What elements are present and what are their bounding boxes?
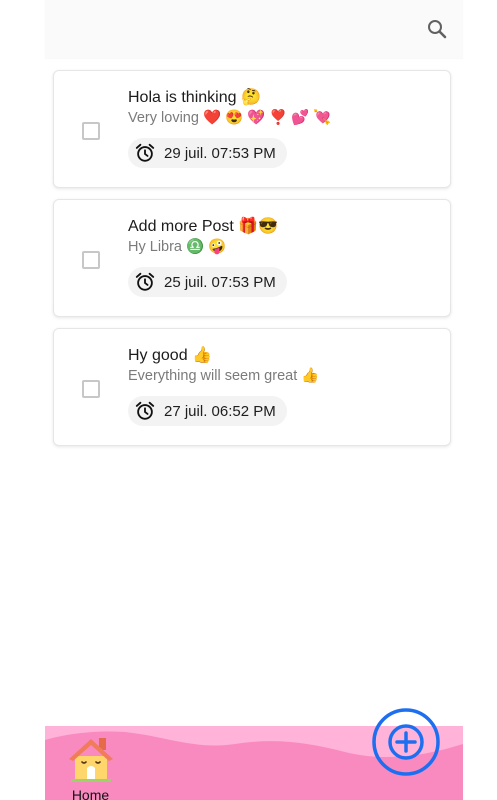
reminder-chip[interactable]: 27 juil. 06:52 PM bbox=[128, 396, 287, 426]
reminder-chip[interactable]: 25 juil. 07:53 PM bbox=[128, 267, 287, 297]
task-card[interactable]: Hy good 👍 Everything will seem great 👍 2… bbox=[53, 328, 451, 446]
task-title: Hy good 👍 bbox=[128, 347, 212, 364]
plus-circle-icon bbox=[388, 724, 424, 760]
task-checkbox[interactable] bbox=[82, 251, 100, 269]
task-description: Very loving ❤️ 😍 💖 ❣️ 💕 💘 bbox=[128, 110, 332, 126]
alarm-clock-icon bbox=[135, 272, 155, 291]
alarm-clock-icon bbox=[135, 143, 155, 162]
house-icon bbox=[69, 738, 113, 782]
app-screen: Hola is thinking 🤔 Very loving ❤️ 😍 💖 ❣️… bbox=[45, 0, 463, 800]
add-task-button[interactable] bbox=[371, 707, 441, 777]
task-card[interactable]: Hola is thinking 🤔 Very loving ❤️ 😍 💖 ❣️… bbox=[53, 70, 451, 188]
task-description: Hy Libra ♎ 🤪 bbox=[128, 239, 227, 255]
alarm-clock-icon bbox=[135, 401, 155, 420]
task-checkbox[interactable] bbox=[82, 122, 100, 140]
task-card[interactable]: Add more Post 🎁😎 Hy Libra ♎ 🤪 25 juil. 0… bbox=[53, 199, 451, 317]
task-checkbox[interactable] bbox=[82, 380, 100, 398]
task-list: Hola is thinking 🤔 Very loving ❤️ 😍 💖 ❣️… bbox=[53, 70, 451, 457]
top-app-bar bbox=[45, 0, 463, 58]
reminder-chip[interactable]: 29 juil. 07:53 PM bbox=[128, 138, 287, 168]
task-title: Add more Post 🎁😎 bbox=[128, 218, 279, 235]
nav-home-label: Home bbox=[71, 787, 110, 800]
task-description: Everything will seem great 👍 bbox=[128, 368, 320, 384]
search-icon[interactable] bbox=[425, 17, 449, 41]
task-title: Hola is thinking 🤔 bbox=[128, 89, 261, 106]
reminder-time: 29 juil. 07:53 PM bbox=[164, 144, 276, 162]
reminder-time: 25 juil. 07:53 PM bbox=[164, 273, 276, 291]
reminder-time: 27 juil. 06:52 PM bbox=[164, 402, 276, 420]
